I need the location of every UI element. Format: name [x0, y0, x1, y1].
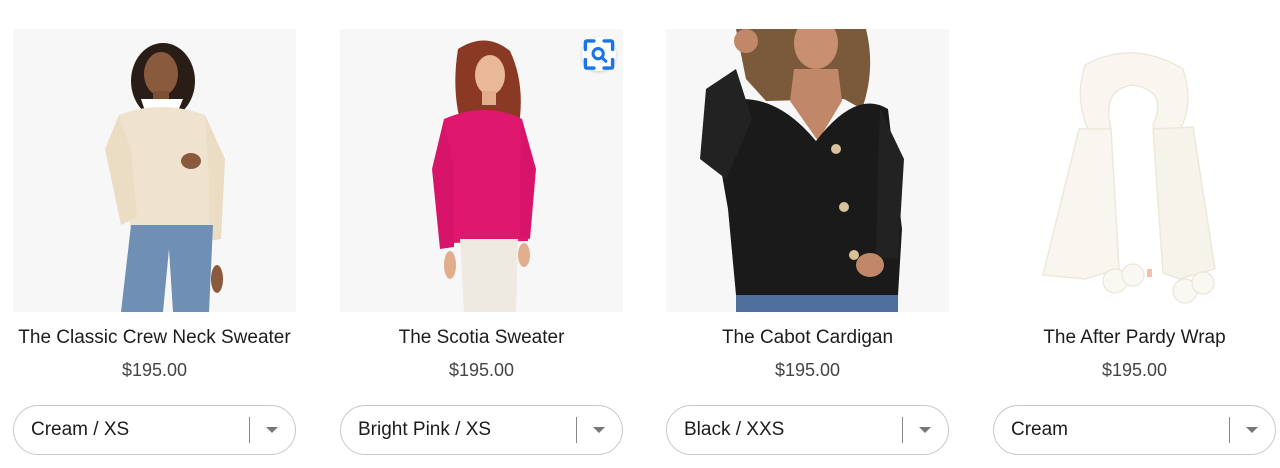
- variant-selected-value: Bright Pink / XS: [358, 419, 492, 440]
- product-title[interactable]: The After Pardy Wrap: [993, 326, 1276, 350]
- model-black-cardigan-photo: [666, 29, 949, 312]
- product-card: The Scotia Sweater $195.00 Bright Pink /…: [340, 29, 623, 455]
- product-image[interactable]: [993, 29, 1276, 312]
- select-divider: [902, 417, 903, 443]
- chevron-down-icon: [593, 427, 605, 433]
- variant-selected-value: Black / XXS: [684, 419, 785, 440]
- variant-select[interactable]: Bright Pink / XS: [340, 405, 623, 455]
- lens-scan-icon: [583, 38, 615, 70]
- chevron-down-icon: [919, 427, 931, 433]
- product-card: The Classic Crew Neck Sweater $195.00 Cr…: [13, 29, 296, 455]
- product-card: The Cabot Cardigan $195.00 Black / XXS: [666, 29, 949, 455]
- cream-wrap-scarf-photo: [993, 29, 1276, 312]
- model-pink-sweater-photo: [340, 29, 623, 312]
- variant-select[interactable]: Black / XXS: [666, 405, 949, 455]
- product-title[interactable]: The Classic Crew Neck Sweater: [13, 326, 296, 350]
- product-image[interactable]: [666, 29, 949, 312]
- product-price: $195.00: [448, 360, 515, 380]
- variant-select[interactable]: Cream / XS: [13, 405, 296, 455]
- select-divider: [249, 417, 250, 443]
- visual-search-button[interactable]: [582, 37, 616, 71]
- product-title[interactable]: The Scotia Sweater: [340, 326, 623, 350]
- product-card: The After Pardy Wrap $195.00 Cream: [993, 29, 1276, 455]
- product-image[interactable]: [340, 29, 623, 312]
- select-divider: [1229, 417, 1230, 443]
- product-grid: The Classic Crew Neck Sweater $195.00 Cr…: [0, 0, 1280, 468]
- product-image[interactable]: [13, 29, 296, 312]
- chevron-down-icon: [266, 427, 278, 433]
- product-price: $195.00: [774, 360, 841, 380]
- product-price: $195.00: [1101, 360, 1168, 380]
- product-price: $195.00: [121, 360, 188, 380]
- variant-selected-value: Cream: [1011, 419, 1069, 440]
- product-title[interactable]: The Cabot Cardigan: [666, 326, 949, 350]
- variant-selected-value: Cream / XS: [31, 419, 130, 440]
- variant-select[interactable]: Cream: [993, 405, 1276, 455]
- select-divider: [576, 417, 577, 443]
- chevron-down-icon: [1246, 427, 1258, 433]
- model-cream-sweater-photo: [13, 29, 296, 312]
